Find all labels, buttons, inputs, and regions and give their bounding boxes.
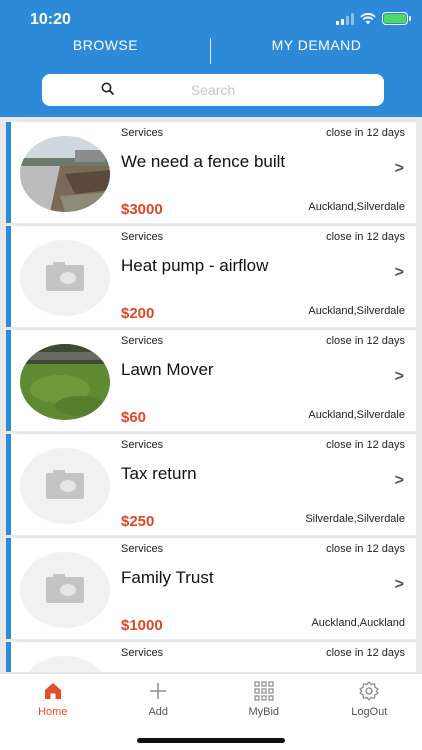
status-icons: [336, 12, 411, 25]
placeholder-camera-icon: [20, 656, 110, 672]
nav-mybid-label: MyBid: [248, 706, 280, 718]
placeholder-camera-icon: [20, 552, 110, 628]
card-accent: [6, 642, 11, 672]
listing-location: Auckland,Auckland: [311, 617, 405, 629]
listing-list: Services close in 12 days We need a fenc…: [6, 122, 416, 672]
listing-category: Services: [121, 647, 164, 659]
listing-close-time: close in 12 days: [326, 231, 405, 243]
chevron-right-icon[interactable]: >: [395, 368, 404, 386]
listing-category: Services: [121, 127, 164, 139]
listing-card[interactable]: Services close in 12 days: [6, 642, 416, 672]
card-accent: [6, 538, 11, 639]
listing-location: Auckland,Silverdale: [308, 409, 405, 421]
listing-card[interactable]: Services close in 12 days Heat pump - ai…: [6, 226, 416, 327]
chevron-right-icon[interactable]: >: [395, 264, 404, 282]
grid-icon: [254, 681, 274, 701]
cellular-signal-icon: [336, 12, 354, 25]
nav-logout-label: LogOut: [351, 706, 388, 718]
listing-category: Services: [121, 543, 164, 555]
listing-location: Auckland,Silverdale: [308, 305, 405, 317]
listing-price: $250: [121, 513, 155, 530]
listing-title: We need a fence built: [121, 152, 286, 171]
listing-title: Tax return: [121, 464, 197, 483]
listing-price: $3000: [121, 201, 163, 218]
chevron-right-icon[interactable]: >: [395, 160, 404, 178]
top-tabs: BROWSE MY DEMAND: [0, 34, 422, 66]
card-accent: [6, 434, 11, 535]
listing-title: Heat pump - airflow: [121, 256, 269, 275]
listing-category: Services: [121, 231, 164, 243]
listing-card[interactable]: Services close in 12 days Tax return > $…: [6, 434, 416, 535]
listing-location: Auckland,Silverdale: [308, 201, 405, 213]
listing-price: $1000: [121, 617, 163, 634]
nav-home[interactable]: Home: [0, 674, 106, 750]
fence-photo: [20, 136, 110, 212]
plus-icon: [150, 683, 167, 699]
placeholder-camera-icon: [20, 240, 110, 316]
search-placeholder: Search: [190, 82, 236, 98]
gear-icon: [359, 681, 379, 701]
listing-price: $60: [121, 409, 147, 426]
card-accent: [6, 122, 11, 223]
card-accent: [6, 330, 11, 431]
listing-location: Silverdale,Silverdale: [305, 513, 405, 525]
battery-icon: [382, 12, 411, 25]
listing-close-time: close in 12 days: [326, 543, 405, 555]
listing-price: $200: [121, 305, 155, 322]
tab-browse[interactable]: BROWSE: [0, 34, 211, 66]
listing-close-time: close in 12 days: [326, 127, 405, 139]
status-time: 10:20: [30, 11, 71, 28]
listing-title: Family Trust: [121, 568, 214, 587]
placeholder-camera-icon: [20, 448, 110, 524]
listing-close-time: close in 12 days: [326, 439, 405, 451]
tab-divider: [210, 38, 211, 64]
listing-close-time: close in 12 days: [326, 647, 405, 659]
top-header: 10:20 BROWSE MY DEMAND Search: [0, 0, 422, 117]
lawn-photo: [20, 344, 110, 420]
listing-category: Services: [121, 439, 164, 451]
tab-my-demand[interactable]: MY DEMAND: [211, 34, 422, 66]
listing-title: Lawn Mover: [121, 360, 214, 379]
nav-add-label: Add: [148, 706, 169, 718]
listing-card[interactable]: Services close in 12 days Family Trust >…: [6, 538, 416, 639]
search-input[interactable]: Search: [42, 74, 384, 106]
home-indicator: [137, 738, 285, 743]
wifi-icon: [360, 12, 376, 24]
listing-card[interactable]: Services close in 12 days We need a fenc…: [6, 122, 416, 223]
nav-home-label: Home: [38, 706, 68, 718]
home-icon: [44, 683, 61, 699]
card-accent: [6, 226, 11, 327]
chevron-right-icon[interactable]: >: [395, 576, 404, 594]
listing-card[interactable]: Services close in 12 days Lawn Mover > $…: [6, 330, 416, 431]
chevron-right-icon[interactable]: >: [395, 472, 404, 490]
nav-logout[interactable]: LogOut: [317, 674, 422, 750]
listing-close-time: close in 12 days: [326, 335, 405, 347]
listing-category: Services: [121, 335, 164, 347]
